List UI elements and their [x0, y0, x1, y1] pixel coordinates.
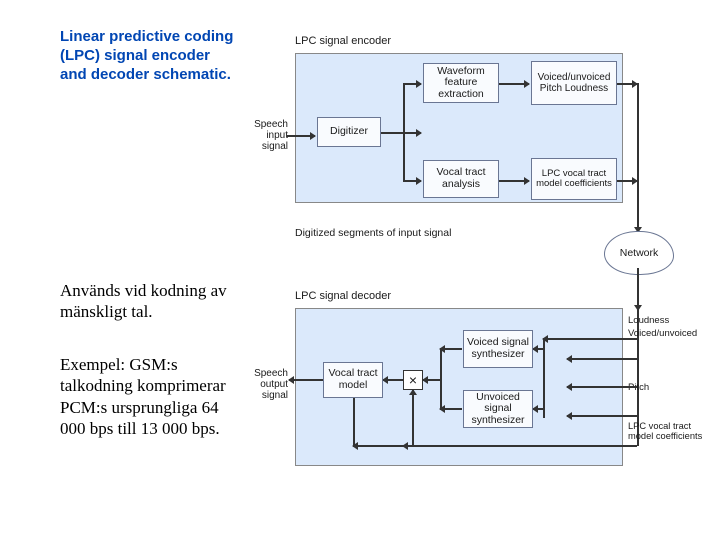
arrow — [440, 348, 462, 350]
arrow — [567, 358, 637, 360]
vtm-box: Vocal tract model — [323, 362, 383, 398]
arrow — [533, 348, 543, 350]
vup-box: Voiced/unvoiced Pitch Loudness — [531, 61, 617, 105]
arrow — [412, 390, 414, 445]
line — [403, 83, 405, 181]
decoder-diagram: LPC signal decoder Loudness Voiced/unvoi… — [245, 290, 695, 485]
arrow — [287, 135, 315, 137]
arrow — [617, 180, 637, 182]
arrow — [423, 379, 440, 381]
arrow — [403, 180, 421, 182]
arrow — [543, 338, 637, 340]
arrow — [403, 83, 421, 85]
vta-box: Vocal tract analysis — [423, 160, 499, 198]
arrow — [383, 379, 403, 381]
midlabel: Digitized segments of input signal — [295, 227, 451, 239]
arrow — [637, 180, 639, 232]
line — [353, 398, 355, 446]
encoder-input-label: Speech input signal — [240, 119, 288, 152]
combine-node: × — [403, 370, 423, 390]
pitch-label: Pitch — [628, 382, 649, 393]
arrow — [403, 445, 637, 447]
arrow — [499, 180, 529, 182]
digitizer-box: Digitizer — [317, 117, 381, 147]
paragraph-example: Exempel: GSM:s talkodning komprimerar PC… — [60, 354, 235, 439]
dec-coef-label: LPC vocal tract model coefficients — [628, 422, 706, 442]
arrow — [440, 408, 462, 410]
loudness-label: Loudness — [628, 315, 669, 326]
encoder-diagram: LPC signal encoder Speech input signal D… — [245, 35, 695, 230]
encoder-header: LPC signal encoder — [295, 35, 391, 47]
arrow — [353, 445, 403, 447]
paragraph-usage: Används vid kodning av mänskligt tal. — [60, 280, 240, 323]
vuv-label: Voiced/unvoiced — [628, 328, 697, 339]
uvss-box: Unvoiced signal synthesizer — [463, 390, 533, 428]
line — [543, 338, 545, 418]
decoder-output-label: Speech output signal — [240, 368, 288, 401]
arrow — [499, 83, 529, 85]
line — [637, 83, 639, 181]
line — [440, 348, 442, 410]
vss-box: Voiced signal synthesizer — [463, 330, 533, 368]
arrow — [567, 415, 637, 417]
arrow — [637, 268, 639, 310]
coef-box: LPC vocal tract model coefficients — [531, 158, 617, 200]
arrow — [381, 132, 421, 134]
wfe-box: Waveform feature extraction — [423, 63, 499, 103]
slide-title: Linear predictive coding (LPC) signal en… — [60, 28, 240, 84]
decoder-header: LPC signal decoder — [295, 290, 391, 302]
arrow — [617, 83, 637, 85]
arrow — [289, 379, 323, 381]
network-cloud: Network — [604, 231, 674, 275]
arrow — [533, 408, 543, 410]
arrow — [567, 386, 637, 388]
